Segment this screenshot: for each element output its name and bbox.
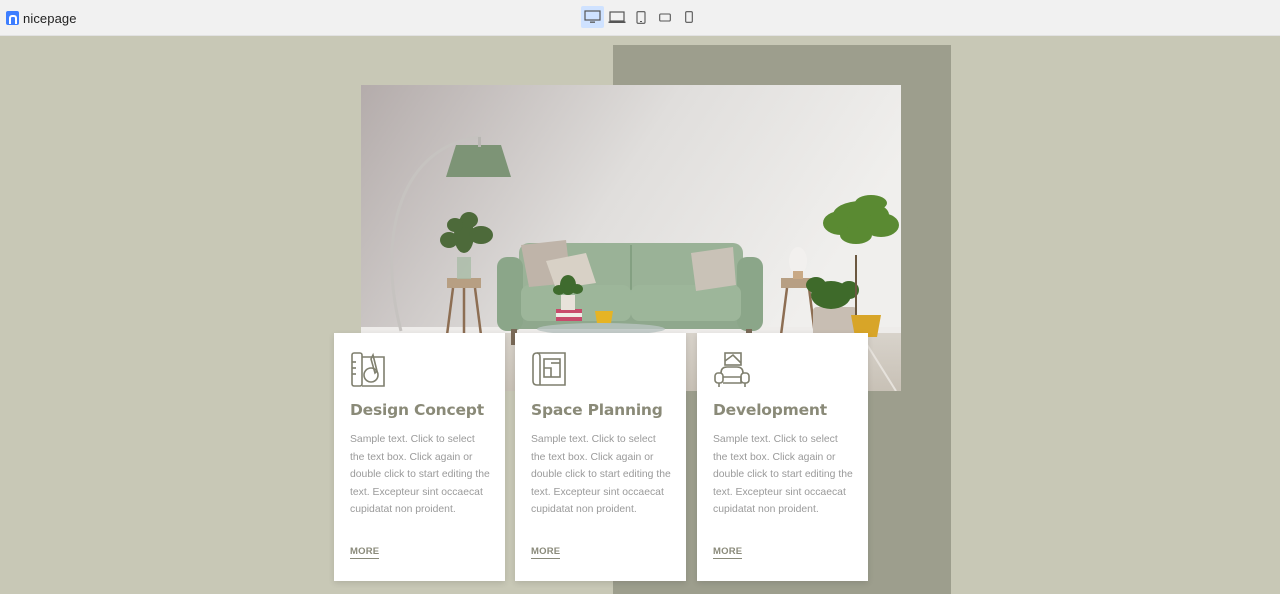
nicepage-logo[interactable]: nicepage (6, 9, 77, 27)
design-concept-icon (351, 352, 385, 387)
service-card[interactable]: Space Planning Sample text. Click to sel… (515, 333, 686, 581)
phone-landscape-view-button[interactable] (653, 6, 676, 28)
card-text[interactable]: Sample text. Click to select the text bo… (350, 431, 490, 519)
more-link[interactable]: MORE (531, 546, 561, 559)
more-link[interactable]: MORE (350, 546, 380, 559)
laptop-icon (608, 10, 625, 23)
nicepage-logo-icon (6, 11, 19, 25)
card-title: Development (713, 401, 827, 419)
tablet-icon (635, 10, 646, 24)
editor-toolbar: nicepage (0, 0, 1280, 36)
phone-landscape-icon (658, 12, 671, 22)
card-title: Space Planning (531, 401, 663, 419)
desktop-icon (584, 10, 601, 23)
app-name: nicepage (23, 10, 77, 26)
service-card[interactable]: Design Concept Sample text. Click to sel… (334, 333, 505, 581)
service-card[interactable]: Development Sample text. Click to select… (697, 333, 868, 581)
desktop-view-button[interactable] (581, 6, 604, 28)
phone-icon (684, 11, 693, 23)
blueprint-icon (532, 352, 566, 386)
device-switcher (581, 6, 701, 28)
phone-view-button[interactable] (677, 6, 700, 28)
armchair-icon (714, 352, 750, 387)
laptop-view-button[interactable] (605, 6, 628, 28)
card-title: Design Concept (350, 401, 484, 419)
card-text[interactable]: Sample text. Click to select the text bo… (713, 431, 853, 519)
tablet-view-button[interactable] (629, 6, 652, 28)
card-text[interactable]: Sample text. Click to select the text bo… (531, 431, 671, 519)
more-link[interactable]: MORE (713, 546, 743, 559)
